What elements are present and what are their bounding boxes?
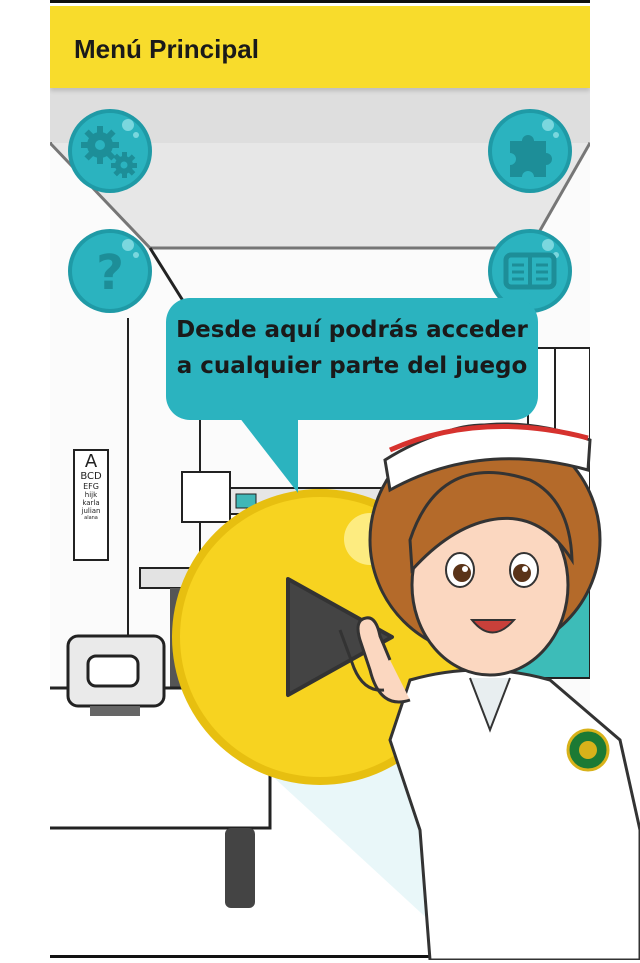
eye-chart-line: hijk <box>84 491 98 499</box>
eye-chart-line: julian <box>81 507 101 515</box>
help-button[interactable]: ? <box>66 227 154 315</box>
eye-chart-line: A <box>84 451 98 472</box>
eye-chart: A BCD EFG hijk karla julian alana <box>74 453 108 561</box>
speech-bubble: Desde aquí podrás acceder a cualquier pa… <box>166 298 538 493</box>
puzzle-icon <box>488 109 572 193</box>
eye-chart-line: EFG <box>83 482 99 491</box>
page-title: Menú Principal <box>74 34 259 64</box>
app-header: Menú Principal <box>50 6 590 88</box>
gears-icon <box>68 109 152 193</box>
puzzle-button[interactable] <box>486 107 574 195</box>
speech-bubble-text: Desde aquí podrás acceder a cualquier pa… <box>176 317 528 379</box>
eye-chart-line: BCD <box>80 471 102 482</box>
eye-chart-line: karla <box>82 499 100 507</box>
nurse-character <box>338 422 640 960</box>
settings-button[interactable] <box>66 107 154 195</box>
question-icon: ? <box>68 229 152 313</box>
svg-text:?: ? <box>96 245 124 301</box>
eye-chart-line: alana <box>84 515 98 521</box>
